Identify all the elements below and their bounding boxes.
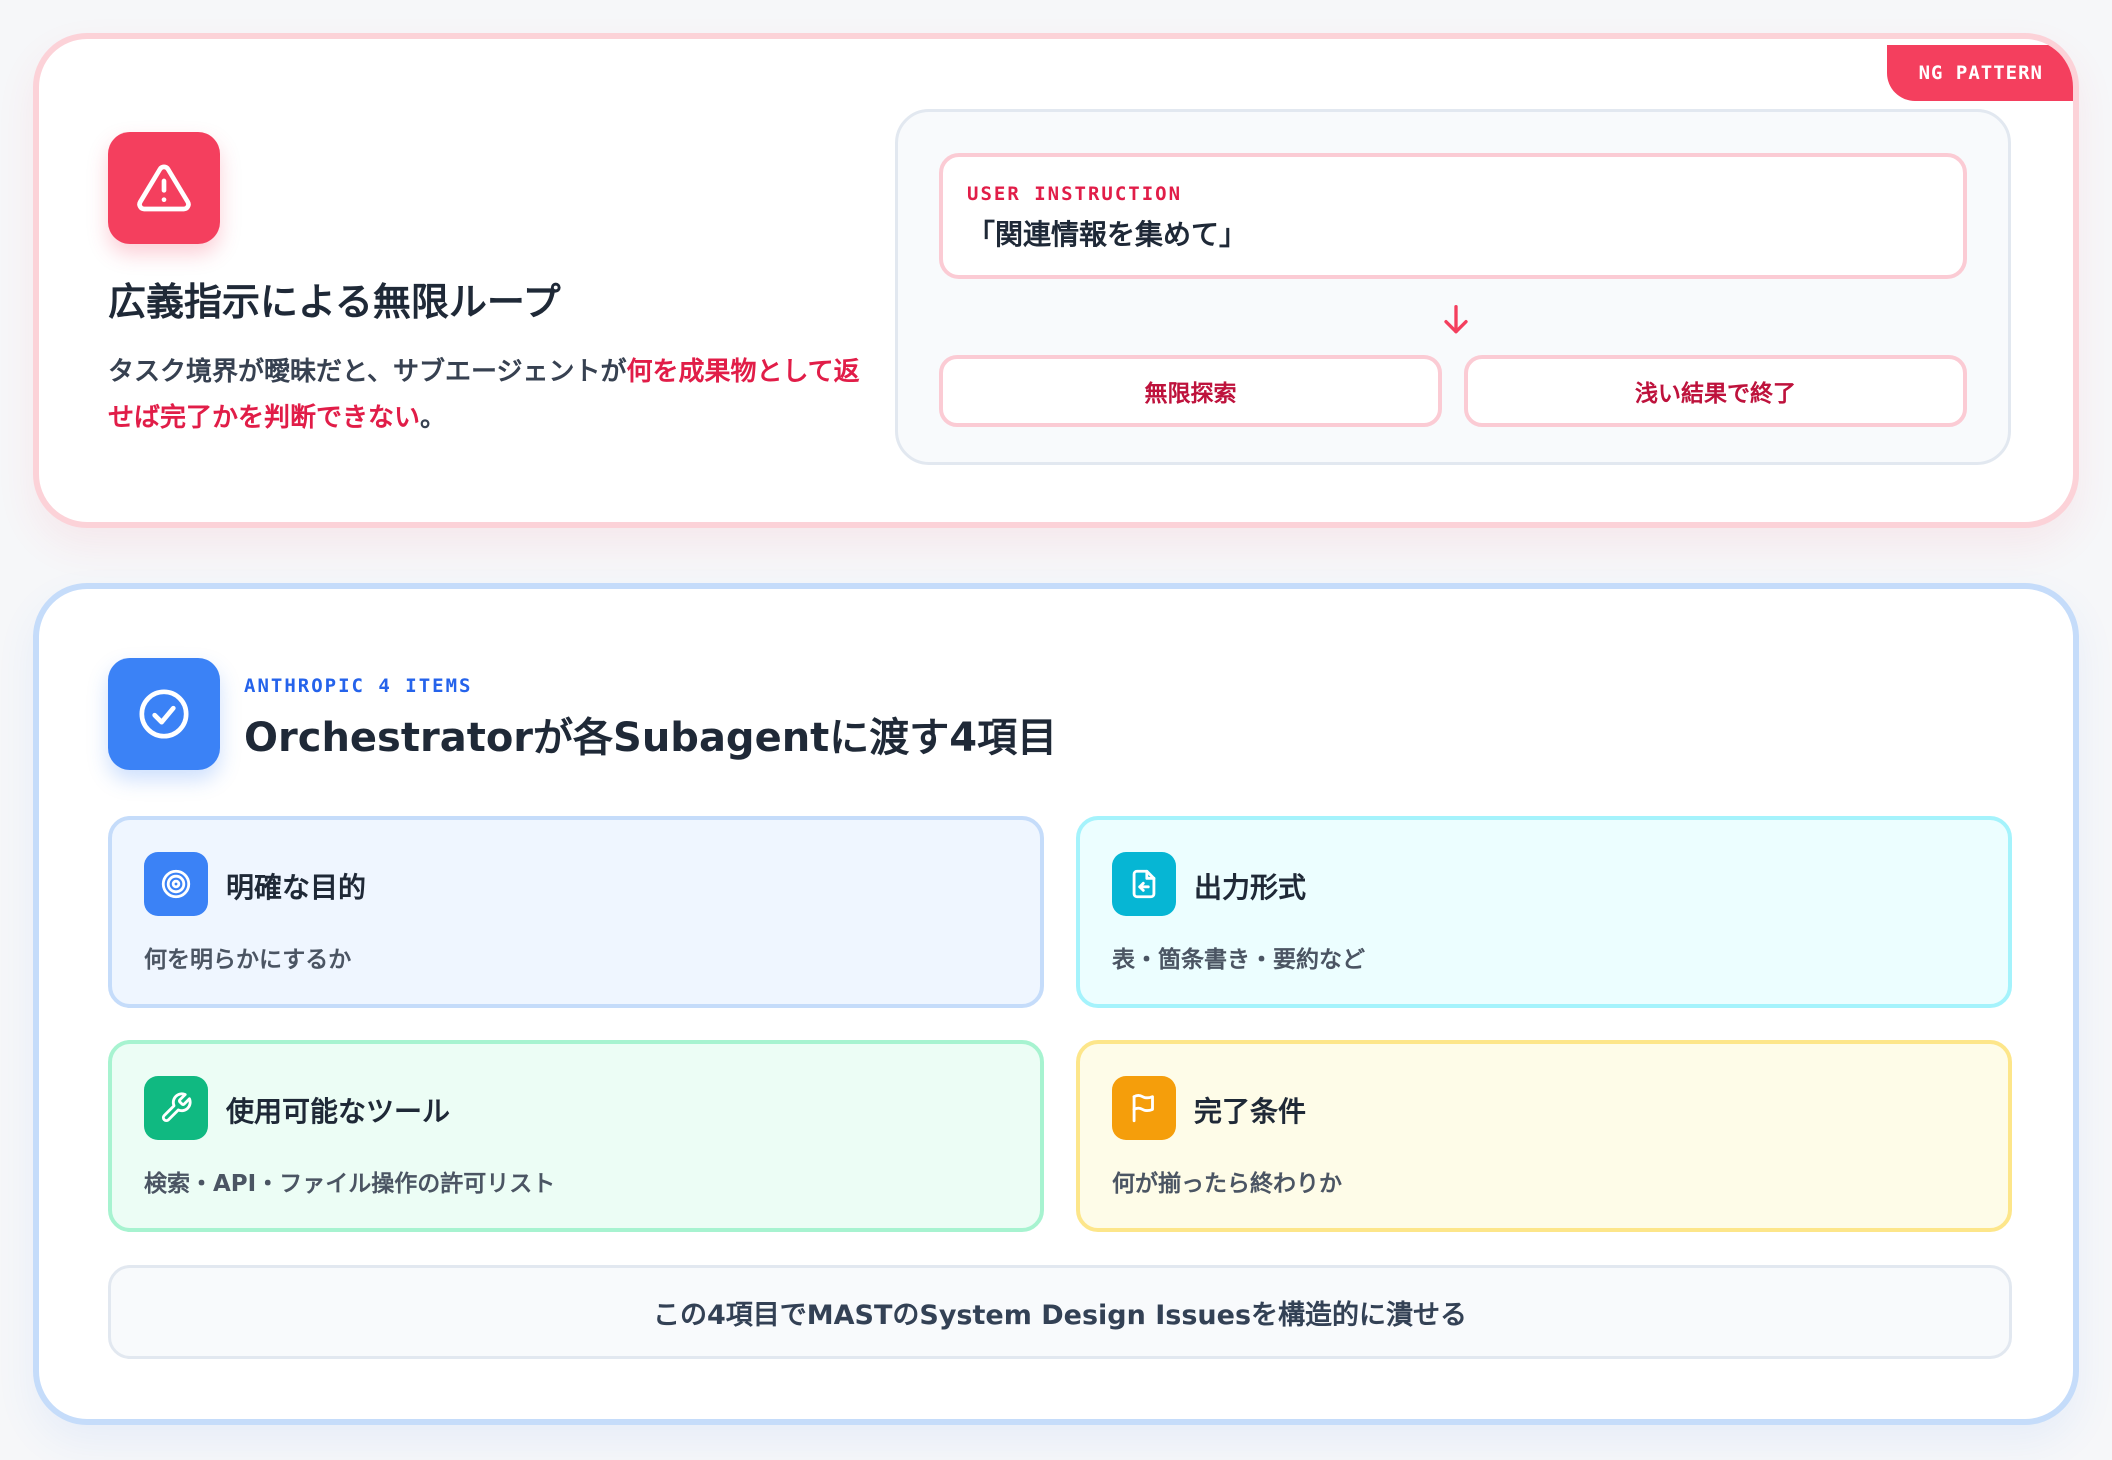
outcome-infinite-search: 無限探索 bbox=[939, 355, 1442, 427]
file-export-icon bbox=[1112, 852, 1176, 916]
flag-icon bbox=[1112, 1076, 1176, 1140]
item-clear-purpose: 明確な目的 何を明らかにするか bbox=[108, 816, 1044, 1008]
ng-pattern-card: NG PATTERN 広義指示による無限ループ タスク境界が曖昧だと、サブエージ… bbox=[33, 33, 2079, 528]
ng-flow-diagram: USER INSTRUCTION 「関連情報を集めて」 無限探索 浅い結果で終了 bbox=[895, 109, 2011, 465]
outcome-shallow-result: 浅い結果で終了 bbox=[1464, 355, 1967, 427]
item-description: 検索・API・ファイル操作の許可リスト bbox=[144, 1171, 556, 1197]
item-description: 何が揃ったら終わりか bbox=[1112, 1171, 1342, 1197]
summary-banner: この4項目でMASTのSystem Design Issuesを構造的に潰せる bbox=[108, 1265, 2012, 1359]
ng-pattern-badge: NG PATTERN bbox=[1886, 45, 2073, 101]
wrench-icon bbox=[144, 1076, 208, 1140]
item-title: 出力形式 bbox=[1194, 871, 1307, 904]
items-title: Orchestratorが各Subagentに渡す4項目 bbox=[244, 715, 1058, 761]
user-instruction-text: 「関連情報を集めて」 bbox=[967, 218, 1248, 251]
ng-description-tail: 。 bbox=[420, 403, 447, 433]
item-description: 何を明らかにするか bbox=[144, 947, 352, 973]
warning-triangle-icon bbox=[108, 132, 220, 244]
item-title: 完了条件 bbox=[1194, 1095, 1307, 1128]
item-description: 表・箇条書き・要約など bbox=[1112, 947, 1365, 973]
check-circle-icon bbox=[108, 658, 220, 770]
arrow-down-icon bbox=[1444, 305, 1468, 334]
four-items-card: ANTHROPIC 4 ITEMS Orchestratorが各Subagent… bbox=[33, 583, 2079, 1425]
ng-description: タスク境界が曖昧だと、サブエージェントが何を成果物として返せば完了かを判断できな… bbox=[108, 349, 868, 441]
ng-description-lead: タスク境界が曖昧だと、サブエージェントが bbox=[108, 357, 627, 387]
ng-title: 広義指示による無限ループ bbox=[108, 280, 561, 324]
user-instruction-label: USER INSTRUCTION bbox=[967, 183, 1183, 205]
user-instruction-box: USER INSTRUCTION 「関連情報を集めて」 bbox=[939, 153, 1967, 279]
items-eyebrow: ANTHROPIC 4 ITEMS bbox=[244, 675, 473, 697]
item-title: 明確な目的 bbox=[226, 871, 367, 904]
item-title: 使用可能なツール bbox=[226, 1095, 451, 1128]
item-output-format: 出力形式 表・箇条書き・要約など bbox=[1076, 816, 2012, 1008]
target-icon bbox=[144, 852, 208, 916]
item-completion-criteria: 完了条件 何が揃ったら終わりか bbox=[1076, 1040, 2012, 1232]
item-available-tools: 使用可能なツール 検索・API・ファイル操作の許可リスト bbox=[108, 1040, 1044, 1232]
